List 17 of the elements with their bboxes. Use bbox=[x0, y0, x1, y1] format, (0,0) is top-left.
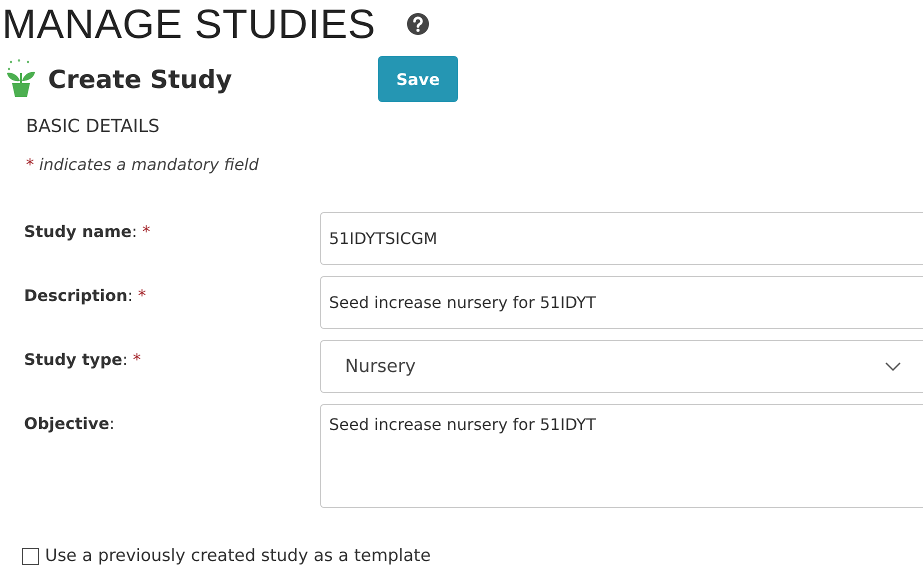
page-title: MANAGE STUDIES bbox=[2, 0, 376, 48]
page-subtitle: Create Study bbox=[48, 64, 234, 94]
chevron-down-icon bbox=[885, 362, 901, 372]
mandatory-note: * indicates a mandatory field bbox=[26, 155, 260, 174]
help-icon[interactable] bbox=[406, 12, 430, 36]
field-label: Study name: * bbox=[24, 222, 150, 241]
textarea-field[interactable]: Seed increase nursery for 51IDYT bbox=[320, 404, 923, 508]
field-label: Description: * bbox=[24, 286, 146, 305]
checkbox[interactable] bbox=[22, 548, 39, 564]
checkbox-label: Use a previously created study as a template bbox=[45, 546, 431, 566]
select-dropdown[interactable]: Nursery bbox=[320, 340, 923, 393]
text-input-field[interactable]: 51IDYTSICGM bbox=[320, 212, 923, 265]
field-label: Study type: * bbox=[24, 350, 141, 369]
plant-pot-icon bbox=[6, 59, 36, 99]
field-label: Objective: bbox=[24, 414, 115, 433]
text-input-field[interactable]: Seed increase nursery for 51IDYT bbox=[320, 276, 923, 329]
section-heading: BASIC DETAILS bbox=[26, 116, 161, 137]
